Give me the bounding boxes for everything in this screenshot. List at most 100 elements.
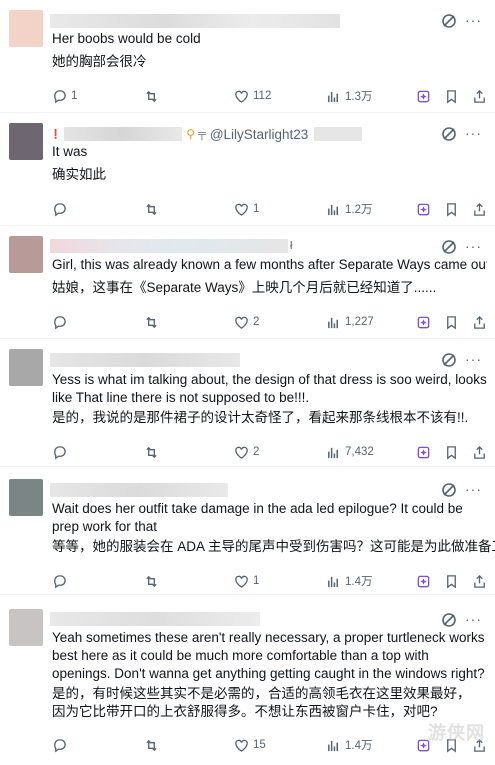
reply-icon: [54, 445, 66, 459]
post[interactable]: ··· Yess is what im talking about, the d…: [0, 339, 495, 467]
grok-explain-button[interactable]: [416, 443, 431, 461]
post-text: Her boobs would be cold: [52, 31, 201, 46]
view-count: 1.3万: [345, 91, 373, 103]
author-handle[interactable]: @LilyStarlight23: [210, 127, 309, 142]
avatar[interactable]: [9, 123, 43, 160]
post-text: Wait does her outfit take damage in the …: [52, 501, 467, 534]
share-button[interactable]: [472, 572, 487, 590]
post-translation: 确实如此: [52, 167, 106, 182]
share-button[interactable]: [472, 200, 487, 218]
grok-icon[interactable]: [441, 239, 457, 255]
reply-button[interactable]: [52, 313, 67, 331]
bookmark-button[interactable]: [444, 313, 459, 331]
views-icon: [328, 204, 338, 215]
username-blur: [50, 14, 340, 28]
grok-explain-button[interactable]: [416, 572, 431, 590]
retweet-icon: [146, 203, 157, 215]
view-count: 1.4万: [345, 576, 373, 588]
reply-icon: [54, 315, 66, 329]
like-count: 112: [253, 90, 272, 102]
grok-icon[interactable]: [441, 612, 457, 628]
bookmark-icon: [447, 315, 456, 329]
views-button[interactable]: 1,227: [326, 313, 374, 331]
more-icon[interactable]: ···: [465, 13, 481, 31]
pin-icon: ł: [290, 240, 293, 252]
post[interactable]: ··· Yeah sometimes these aren't really n…: [0, 595, 495, 765]
heart-icon: [235, 739, 248, 752]
views-button[interactable]: 7,432: [326, 443, 374, 461]
reply-button[interactable]: [52, 200, 67, 218]
retweet-button[interactable]: [144, 313, 159, 331]
grok-explain-button[interactable]: [416, 200, 431, 218]
post[interactable]: ❗ ⚲ ╤ @LilyStarlight23 ··· It was 确实如此 1…: [0, 113, 495, 226]
like-button[interactable]: 2: [234, 313, 259, 331]
site-watermark: 游侠网: [428, 723, 485, 743]
more-icon[interactable]: ···: [465, 239, 481, 257]
action-bar: 1 1.2万: [52, 200, 487, 218]
views-button[interactable]: 1.3万: [326, 87, 373, 105]
like-button[interactable]: 112: [234, 87, 271, 105]
bookmark-button[interactable]: [444, 443, 459, 461]
retweet-button[interactable]: [144, 200, 159, 218]
avatar[interactable]: [9, 609, 43, 646]
post-translation: 是的，有时候这些其实不是必需的，合适的高领毛衣在这里效果最好，因为它比带开口的上…: [52, 686, 471, 719]
grok-icon[interactable]: [441, 13, 457, 29]
share-button[interactable]: [472, 313, 487, 331]
grok-icon[interactable]: [441, 126, 457, 142]
retweet-button[interactable]: [144, 87, 159, 105]
retweet-button[interactable]: [144, 572, 159, 590]
grok-icon[interactable]: [441, 482, 457, 498]
bookmark-icon: [447, 574, 456, 588]
views-icon: [328, 576, 338, 587]
avatar[interactable]: [9, 349, 43, 386]
bookmark-icon: [447, 202, 456, 216]
post[interactable]: ł ··· Girl, this was already known a few…: [0, 226, 495, 339]
reply-button[interactable]: [52, 572, 67, 590]
like-button[interactable]: 1: [234, 200, 259, 218]
post[interactable]: ··· Her boobs would be cold 她的胸部会很冷 1 11…: [0, 0, 495, 113]
share-icon: [474, 315, 485, 329]
more-icon[interactable]: ···: [465, 482, 481, 500]
retweet-icon: [146, 575, 157, 587]
grok-explain-button[interactable]: [416, 87, 431, 105]
bookmark-button[interactable]: [444, 200, 459, 218]
reply-button[interactable]: [52, 736, 67, 754]
like-button[interactable]: 15: [234, 736, 266, 754]
action-bar: 1 1.4万: [52, 572, 487, 590]
more-icon[interactable]: ···: [465, 612, 481, 630]
avatar[interactable]: [9, 10, 43, 47]
reply-button[interactable]: 1: [52, 87, 77, 105]
retweet-button[interactable]: [144, 443, 159, 461]
like-button[interactable]: 1: [234, 572, 259, 590]
views-button[interactable]: 1.4万: [326, 572, 373, 590]
more-icon[interactable]: ···: [465, 352, 481, 370]
retweet-button[interactable]: [144, 736, 159, 754]
reply-icon: [54, 574, 66, 588]
view-count: 1.2万: [345, 204, 373, 216]
views-button[interactable]: 1.2万: [326, 200, 373, 218]
share-button[interactable]: [472, 443, 487, 461]
views-icon: [328, 317, 338, 328]
reply-icon: [54, 89, 66, 103]
views-icon: [328, 740, 338, 751]
bookmark-button[interactable]: [444, 572, 459, 590]
retweet-icon: [146, 90, 157, 102]
views-icon: [328, 91, 338, 102]
username-blur: [50, 353, 240, 367]
reply-button[interactable]: [52, 443, 67, 461]
retweet-icon: [146, 739, 157, 751]
bookmark-button[interactable]: [444, 87, 459, 105]
avatar[interactable]: [9, 479, 43, 516]
grok-explain-button[interactable]: [416, 313, 431, 331]
post[interactable]: ··· Wait does her outfit take damage in …: [0, 467, 495, 595]
grok-icon[interactable]: [441, 352, 457, 368]
more-icon[interactable]: ···: [465, 126, 481, 144]
share-button[interactable]: [472, 87, 487, 105]
views-button[interactable]: 1.4万: [326, 736, 373, 754]
post-translation: 是的，我说的是那件裙子的设计太奇怪了，看起来那条线根本不该有!!.: [52, 410, 469, 425]
like-count: 1: [253, 203, 260, 215]
avatar[interactable]: [9, 236, 43, 273]
like-button[interactable]: 2: [234, 443, 259, 461]
username-blur: [50, 239, 288, 253]
grok-explain-icon: [417, 90, 430, 102]
